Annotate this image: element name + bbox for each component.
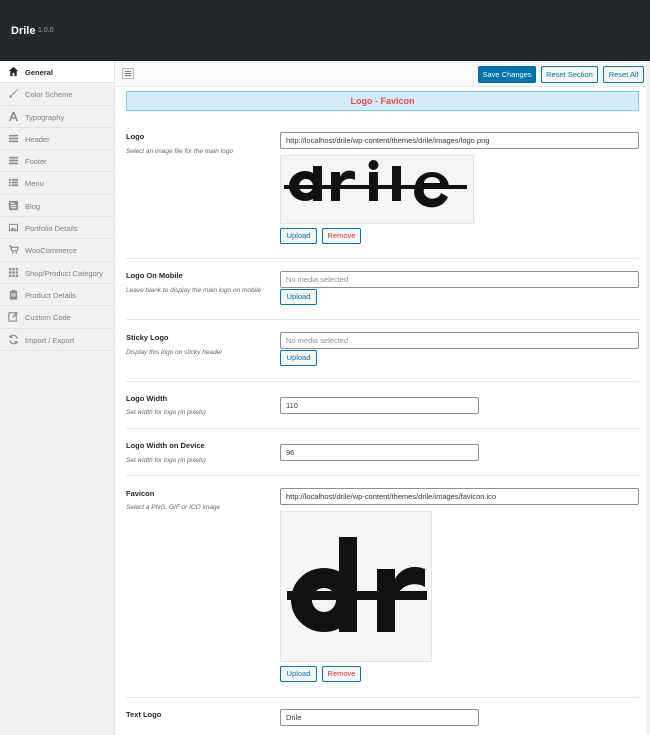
favicon-upload-button[interactable]: Upload	[280, 666, 317, 682]
app-title: Drile	[11, 25, 36, 37]
sidebar-item-label: Typography	[25, 112, 65, 122]
sidebar-item-menu[interactable]: Menu	[0, 172, 114, 195]
logo-preview	[280, 155, 474, 224]
grid-icon	[8, 267, 19, 277]
logo-mobile-label: Logo On Mobile	[126, 271, 183, 280]
sticky-logo-input[interactable]: No media selected	[280, 332, 639, 349]
logo-remove-button[interactable]: Remove	[322, 228, 361, 244]
refresh-icon	[9, 334, 18, 344]
menu-lines-icon	[8, 157, 19, 165]
sidebar-item-label: General	[25, 68, 53, 77]
sidebar-item-label: Custom Code	[25, 313, 71, 323]
logo-label: Logo	[126, 132, 145, 141]
logo-mobile-input[interactable]: No media selected	[280, 271, 639, 288]
sidebar-item-general[interactable]: General	[0, 61, 114, 84]
portfolio-icon	[8, 223, 19, 232]
scrollbar[interactable]	[646, 61, 650, 735]
reset-all-button[interactable]: Reset All	[603, 66, 644, 83]
divider	[126, 428, 639, 429]
divider	[126, 319, 639, 320]
save-changes-button[interactable]: Save Changes	[478, 66, 536, 83]
clipboard-icon	[9, 289, 18, 300]
section-title: Logo - Favicon	[126, 91, 639, 111]
sidebar-item-label: Product Details	[25, 290, 76, 300]
sidebar-item-import-export[interactable]: Import / Export	[0, 329, 114, 351]
sidebar-item-label: Menu	[25, 179, 44, 189]
sidebar-item-typography[interactable]: Typography	[0, 106, 114, 128]
sticky-logo-label: Sticky Logo	[126, 333, 169, 342]
text-logo-input[interactable]: Drile	[280, 709, 479, 726]
favicon-preview	[280, 511, 432, 662]
top-bar: Drile 1.0.0	[0, 0, 650, 61]
sidebar-item-label: WooCommerce	[25, 246, 77, 256]
sidebar-item-color-scheme[interactable]: Color Scheme	[0, 83, 114, 106]
sidebar-item-header[interactable]: Header	[0, 128, 114, 151]
favicon-description: Select a PNG, GIF or ICO image	[126, 504, 221, 511]
sidebar: General Color Scheme Typography Header F…	[0, 61, 115, 735]
logo-mobile-upload-button[interactable]: Upload	[280, 289, 317, 305]
menu-lines-icon	[8, 134, 19, 143]
favicon-url-input[interactable]: http://localhost/drile/wp-content/themes…	[280, 488, 639, 505]
sidebar-item-footer[interactable]: Footer	[0, 150, 114, 173]
divider	[126, 258, 639, 259]
sidebar-item-blog[interactable]: Blog	[0, 195, 114, 218]
blog-icon	[8, 200, 19, 210]
sticky-logo-description: Display this logo on sticky header	[126, 349, 223, 356]
divider	[126, 381, 639, 382]
sticky-logo-upload-button[interactable]: Upload	[280, 350, 317, 366]
logo-width-label: Logo Width	[126, 394, 168, 403]
logo-width-input[interactable]: 110	[280, 397, 479, 414]
cart-icon	[8, 245, 19, 255]
drile-favicon-image	[287, 537, 427, 632]
reset-section-button[interactable]: Reset Section	[541, 66, 598, 83]
drile-logo-image	[284, 160, 467, 208]
logo-mobile-description: Leave blank to display the main logo on …	[126, 287, 262, 294]
sidebar-item-label: Import / Export	[25, 335, 75, 345]
logo-upload-button[interactable]: Upload	[280, 228, 317, 244]
sidebar-item-custom-code[interactable]: Custom Code	[0, 306, 114, 329]
logo-width-device-label: Logo Width on Device	[126, 441, 205, 450]
brush-icon	[8, 89, 19, 99]
app-version: 1.0.0	[38, 27, 54, 34]
typography-icon	[8, 111, 19, 121]
sidebar-item-label: Portfolio Details	[25, 224, 78, 234]
sidebar-item-label: Header	[25, 134, 50, 144]
favicon-remove-button[interactable]: Remove	[322, 666, 361, 682]
sidebar-item-label: Color Scheme	[25, 90, 73, 100]
logo-description: Select an image file for the main logo	[126, 148, 233, 155]
text-logo-label: Text Logo	[126, 710, 162, 719]
logo-url-input[interactable]: http://localhost/drile/wp-content/themes…	[280, 132, 639, 149]
home-icon	[8, 66, 19, 77]
sidebar-item-label: Blog	[25, 201, 41, 211]
sidebar-item-portfolio-details[interactable]: Portfolio Details	[0, 217, 114, 240]
divider	[126, 697, 639, 698]
sidebar-item-shop-product-category[interactable]: Shop/Product Category	[0, 262, 114, 284]
favicon-label: Favicon	[126, 489, 155, 498]
edit-icon	[8, 312, 19, 322]
sidebar-item-product-details[interactable]: Product Details	[0, 284, 114, 307]
logo-width-device-input[interactable]: 96	[280, 444, 479, 461]
sidebar-item-label: Footer	[25, 157, 47, 167]
list-icon	[8, 179, 19, 187]
sidebar-item-label: Shop/Product Category	[25, 268, 103, 278]
divider	[126, 475, 639, 476]
logo-width-device-description: Set width for logo (in pixels)	[126, 457, 206, 464]
sidebar-item-woocommerce[interactable]: WooCommerce	[0, 239, 114, 262]
logo-width-description: Set width for logo (in pixels)	[126, 409, 206, 416]
expand-options-icon[interactable]	[122, 68, 134, 79]
